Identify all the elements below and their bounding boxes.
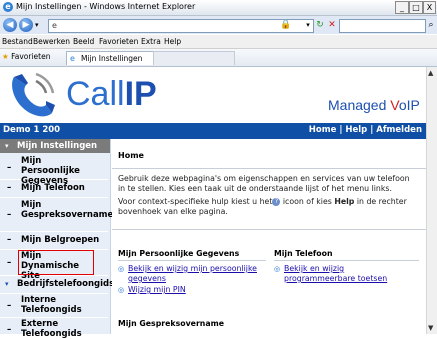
top-nav-bar: Demo 1 200 Home | Help | Afmelden [0, 123, 426, 139]
help-text-part: Voor context-specifieke hulp kiest u het [118, 197, 273, 206]
minimize-button[interactable]: _ [395, 1, 409, 14]
vertical-scrollbar[interactable]: ▲ ▼ [426, 67, 437, 334]
scroll-down-icon[interactable]: ▼ [428, 324, 433, 332]
menu-extra[interactable]: Extra [141, 37, 161, 46]
window-title: Mijn Instellingen - Windows Internet Exp… [16, 2, 196, 11]
window-titlebar: e Mijn Instellingen - Windows Internet E… [0, 0, 437, 16]
address-input[interactable]: e [48, 19, 314, 33]
refresh-icon[interactable]: ↻ [314, 19, 326, 31]
favorites-label: Favorieten [11, 52, 51, 61]
search-input[interactable] [339, 19, 426, 33]
ie-tab-icon: e [70, 54, 75, 63]
sidebar-group-label: Bedrijfstelefoongids [17, 279, 115, 289]
sidebar-section-label: Mijn Instellingen [17, 141, 98, 151]
sidebar-item-telefoon[interactable]: – Mijn Telefoon [0, 179, 108, 198]
sidebar-item-dynamische-site[interactable]: – Mijn Dynamische Site [0, 249, 108, 281]
sidebar-item-persoonlijke-gegevens[interactable]: – Mijn Persoonlijke Gegevens [0, 153, 108, 186]
top-nav-links[interactable]: Home | Help | Afmelden [309, 125, 422, 135]
main-content: Home Gebruik deze webpagina's om eigensc… [112, 139, 426, 334]
address-value: e [52, 21, 57, 30]
divider [112, 229, 426, 230]
help-word: Help [334, 197, 355, 206]
intro-text: Gebruik deze webpagina's om eigenschappe… [118, 174, 410, 193]
back-button[interactable]: ◀ [3, 18, 17, 32]
sidebar-item-label: Mijn Belgroepen [21, 235, 100, 245]
sidebar-item-gespreksovername[interactable]: – Mijn Gespreksovername [0, 197, 114, 232]
new-tab-button[interactable] [153, 51, 235, 65]
lock-icon[interactable]: 🔒 [280, 19, 292, 31]
tagline-managed: Managed [328, 97, 391, 113]
bullet-icon: ◎ [274, 265, 281, 273]
maximize-button[interactable]: □ [409, 1, 423, 14]
help-text: Voor context-specifieke hulp kiest u het… [118, 197, 418, 217]
star-icon: ★ [2, 52, 9, 61]
close-button[interactable]: X [423, 1, 436, 14]
divider [274, 260, 419, 261]
link-wijzig-pin[interactable]: Wijzig mijn PIN [128, 285, 186, 295]
brand-tagline: Managed VoIP [328, 97, 420, 113]
tagline-oip: oIP [398, 97, 420, 113]
divider [112, 168, 426, 169]
sidebar-section-mijn-instellingen[interactable]: ▾ Mijn Instellingen [0, 139, 110, 153]
forward-button[interactable]: ▶ [19, 18, 33, 32]
favorites-bar: ★ Favorieten e Mijn Instellingen [0, 49, 437, 67]
sidebar-group-bedrijfstelefoongids[interactable]: ▾ Bedrijfstelefoongids [0, 275, 114, 294]
link-persoonlijke-gegevens[interactable]: Bekijk en wijzig mijn persoonlijke gegev… [128, 264, 258, 284]
sidebar-item-label: Externe Telefoongids [21, 319, 82, 339]
brand-name: CallIP [66, 75, 157, 114]
stop-icon[interactable]: ✕ [326, 19, 338, 31]
menu-help[interactable]: Help [164, 37, 181, 46]
brand-call: Call [66, 75, 125, 113]
bullet-icon: ◎ [118, 286, 125, 294]
bullet-icon: ◎ [118, 265, 125, 273]
browser-tab-active[interactable]: e Mijn Instellingen [66, 51, 154, 65]
expand-arrow-icon: ▾ [5, 280, 9, 288]
search-icon[interactable]: ⌕ [425, 19, 437, 31]
menu-bestand[interactable]: Bestand [2, 37, 33, 46]
history-dropdown-icon[interactable]: ▾ [35, 21, 39, 29]
help-text-part: icoon of kies [280, 197, 335, 206]
section-head-telefoon: Mijn Telefoon [274, 249, 333, 258]
menu-beeld[interactable]: Beeld [73, 37, 94, 46]
company-name: Demo 1 200 [3, 125, 61, 135]
divider [118, 260, 266, 261]
address-bar-row: ◀ ▶ ▾ e ▾ 🔒 ↻ ✕ ⌕ [0, 16, 437, 34]
section-head-gespreksovername: Mijn Gespreksovername [118, 319, 225, 328]
sidebar-item-label: Interne Telefoongids [21, 295, 82, 315]
ie-icon: e [3, 2, 13, 12]
menu-bar: Bestand Bewerken Beeld Favorieten Extra … [0, 35, 437, 49]
tagline-v: V [390, 97, 399, 113]
sidebar: ▾ Mijn Instellingen – Mijn Persoonlijke … [0, 139, 114, 339]
browser-tab-label: Mijn Instellingen [81, 54, 143, 63]
sidebar-item-interne-telefoongids[interactable]: – Interne Telefoongids [0, 293, 108, 318]
brand-ip: IP [124, 75, 157, 113]
favorites-button[interactable]: ★ Favorieten [2, 52, 50, 61]
collapse-arrow-icon: ▾ [5, 142, 9, 150]
menu-favorieten[interactable]: Favorieten [99, 37, 138, 46]
active-item-highlight [18, 250, 94, 275]
page-title: Home [118, 151, 144, 160]
sidebar-item-label: Mijn Gespreksovername [21, 200, 114, 220]
sidebar-item-label: Mijn Telefoon [21, 183, 85, 193]
menu-bewerken[interactable]: Bewerken [33, 37, 70, 46]
section-head-persoonlijke-gegevens: Mijn Persoonlijke Gegevens [118, 249, 240, 258]
page-header: CallIP Managed VoIP [0, 67, 426, 123]
link-programmeerbare-toetsen[interactable]: Bekijk en wijzig programmeerbare toetsen [284, 264, 402, 284]
sidebar-item-belgroepen[interactable]: – Mijn Belgroepen [0, 231, 108, 250]
scroll-up-icon[interactable]: ▲ [428, 69, 433, 77]
callip-logo-icon [12, 72, 55, 117]
sidebar-item-externe-telefoongids[interactable]: – Externe Telefoongids [0, 317, 108, 339]
address-dropdown-icon[interactable]: ▾ [302, 19, 314, 31]
